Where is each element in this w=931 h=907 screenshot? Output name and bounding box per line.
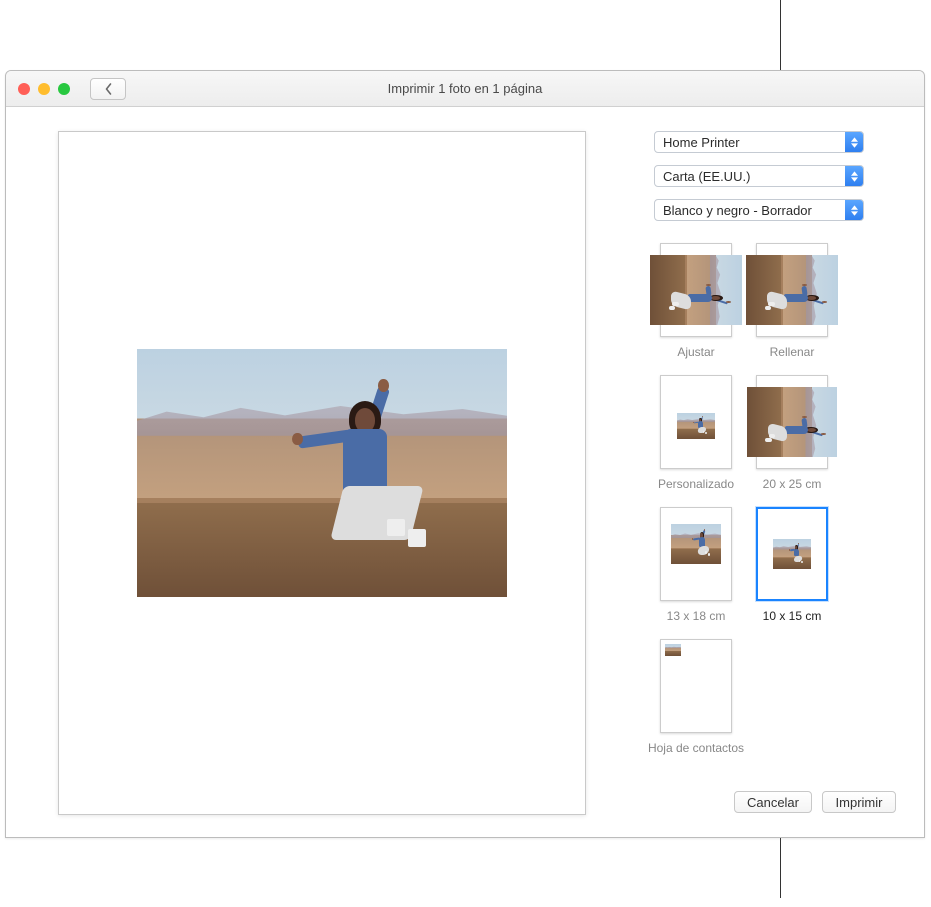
close-window-button[interactable] <box>18 83 30 95</box>
cancel-button[interactable]: Cancelar <box>734 791 812 813</box>
dialog-footer: Cancelar Imprimir <box>654 791 896 819</box>
format-option-contact-sheet[interactable]: Hoja de contactos <box>654 639 738 755</box>
format-label: Hoja de contactos <box>636 741 756 755</box>
window-titlebar: Imprimir 1 foto en 1 página <box>6 71 924 107</box>
format-option-fill[interactable]: Rellenar <box>750 243 834 359</box>
format-option-custom[interactable]: Personalizado <box>654 375 738 491</box>
photo-preview <box>137 349 507 597</box>
annotation-callout-bottom <box>780 838 781 898</box>
format-option-13x18[interactable]: 13 x 18 cm <box>654 507 738 623</box>
format-option-20x25[interactable]: 20 x 25 cm <box>750 375 834 491</box>
stepper-arrows-icon <box>845 166 863 186</box>
layout-format-grid: Ajustar Rellenar Personalizado <box>654 243 874 755</box>
minimize-window-button[interactable] <box>38 83 50 95</box>
paper-size-value: Carta (EE.UU.) <box>655 166 845 186</box>
format-thumb-contact-sheet <box>660 639 732 733</box>
format-label: Personalizado <box>654 477 738 491</box>
format-option-10x15[interactable]: 10 x 15 cm <box>750 507 834 623</box>
annotation-bracket <box>692 837 886 838</box>
print-quality-value: Blanco y negro - Borrador <box>655 200 845 220</box>
window-controls <box>6 83 82 95</box>
print-quality-select[interactable]: Blanco y negro - Borrador <box>654 199 864 221</box>
dialog-content: Home Printer Carta (EE.UU.) Blanco y neg… <box>6 107 924 837</box>
photo-content <box>137 349 507 597</box>
print-preview-pane <box>6 107 644 837</box>
print-options-pane: Home Printer Carta (EE.UU.) Blanco y neg… <box>644 107 924 837</box>
window-title: Imprimir 1 foto en 1 página <box>6 81 924 96</box>
format-label: 10 x 15 cm <box>750 609 834 623</box>
printer-select-value: Home Printer <box>655 132 845 152</box>
stepper-arrows-icon <box>845 132 863 152</box>
zoom-window-button[interactable] <box>58 83 70 95</box>
format-label: 13 x 18 cm <box>654 609 738 623</box>
format-label: Rellenar <box>750 345 834 359</box>
format-option-fit[interactable]: Ajustar <box>654 243 738 359</box>
paper-size-select[interactable]: Carta (EE.UU.) <box>654 165 864 187</box>
print-button[interactable]: Imprimir <box>822 791 896 813</box>
format-label: 20 x 25 cm <box>750 477 834 491</box>
format-thumb-custom <box>660 375 732 469</box>
page-preview <box>58 131 586 815</box>
format-thumb-13x18 <box>660 507 732 601</box>
format-thumb-20x25 <box>756 375 828 469</box>
format-label: Ajustar <box>654 345 738 359</box>
annotation-callout-top <box>780 0 781 70</box>
chevron-left-icon <box>104 83 113 95</box>
format-thumb-fit <box>660 243 732 337</box>
back-button[interactable] <box>90 78 126 100</box>
format-thumb-fill <box>756 243 828 337</box>
format-thumb-10x15 <box>756 507 828 601</box>
printer-select[interactable]: Home Printer <box>654 131 864 153</box>
stepper-arrows-icon <box>845 200 863 220</box>
print-dialog-window: Imprimir 1 foto en 1 página <box>5 70 925 838</box>
